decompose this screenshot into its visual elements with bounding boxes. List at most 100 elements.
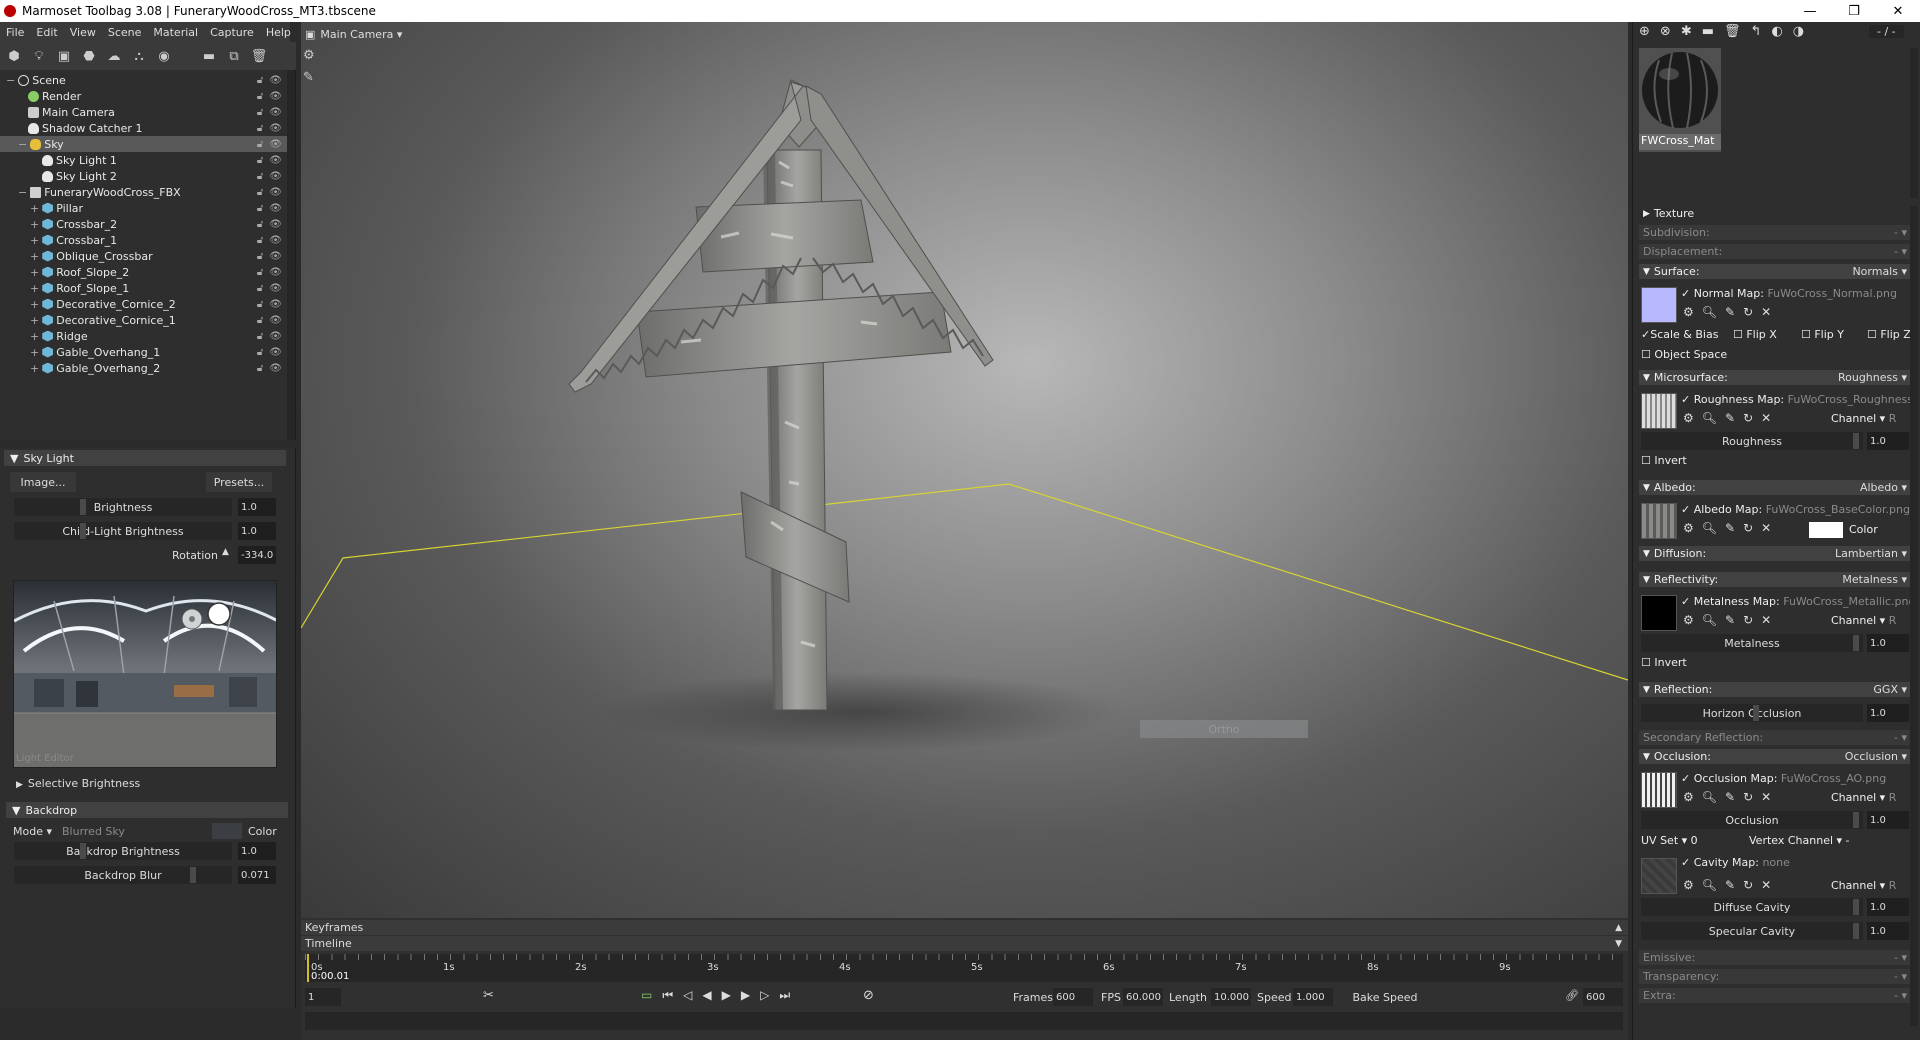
occlusion-header[interactable]: ▼ Occlusion: Occlusion ▾	[1639, 749, 1911, 764]
normal-map-thumbnail[interactable]	[1641, 287, 1677, 323]
eye-icon[interactable]: 👁︎	[269, 219, 282, 230]
flip-z-checkbox[interactable]: ☐ Flip Z	[1867, 328, 1911, 341]
material-thumbnail[interactable]: FWCross_Mat	[1639, 48, 1721, 152]
eye-icon[interactable]: 👁︎	[269, 203, 282, 214]
gear-icon[interactable]: ⚙	[1683, 521, 1694, 535]
tree-item-sky-light-2[interactable]: Sky Light 2 🔓︎ 👁︎	[0, 168, 288, 184]
metalness-map-thumbnail[interactable]	[1641, 595, 1677, 631]
occlusion-slider[interactable]: Occlusion	[1641, 811, 1863, 829]
specular-cavity-slider[interactable]: Specular Cavity	[1641, 922, 1863, 940]
eye-icon[interactable]: 👁︎	[269, 91, 282, 102]
eye-icon[interactable]: 👁︎	[269, 251, 282, 262]
object-space-checkbox[interactable]: ☐ Object Space	[1641, 348, 1727, 361]
slider-knob[interactable]	[1853, 899, 1859, 915]
gear-icon[interactable]: ⚙	[303, 48, 323, 70]
eye-icon[interactable]: 👁︎	[269, 331, 282, 342]
camera-selector[interactable]: ▣ Main Camera ▾	[301, 22, 431, 46]
eye-icon[interactable]: 👁︎	[269, 235, 282, 246]
close-icon[interactable]: ✕	[1761, 521, 1771, 535]
lock-icon[interactable]: 🔓︎	[257, 315, 263, 326]
diffusion-header[interactable]: ▼ Diffusion: Lambertian ▾	[1639, 546, 1911, 561]
tree-item-mesh[interactable]: + Roof_Slope_2 🔓︎ 👁︎	[0, 264, 288, 280]
bake-speed-button[interactable]: Bake Speed	[1345, 987, 1425, 1007]
slider-knob[interactable]	[80, 499, 86, 515]
slider-knob[interactable]	[80, 843, 86, 859]
properties-scrollbar[interactable]	[1910, 206, 1918, 1026]
roughness-value[interactable]: 1.0	[1867, 432, 1909, 450]
gear-icon[interactable]: ⚙	[1683, 878, 1694, 892]
metalness-map-row[interactable]: ✓ Metalness Map: FuWoCross_Metallic.png	[1681, 595, 1913, 608]
reflection-header[interactable]: ▼ Reflection: GGX ▾	[1639, 682, 1911, 697]
eye-icon[interactable]: 👁︎	[269, 107, 282, 118]
search-icon[interactable]: 🔍︎	[1702, 878, 1717, 892]
close-icon[interactable]: ✕	[1761, 411, 1771, 425]
scrub-bar[interactable]	[305, 1012, 1623, 1030]
close-icon[interactable]: ✕	[1761, 878, 1771, 892]
duplicate-material-icon[interactable]: ⊗	[1660, 24, 1671, 39]
emissive-header[interactable]: Emissive: - ▾	[1639, 950, 1911, 965]
menu-edit[interactable]: Edit	[30, 26, 63, 39]
tree-item-mesh[interactable]: + Crossbar_1 🔓︎ 👁︎	[0, 232, 288, 248]
lock-icon[interactable]: 🔓︎	[257, 155, 263, 166]
backdrop-brightness-slider[interactable]: Backdrop Brightness	[14, 842, 232, 860]
selective-brightness-toggle[interactable]: ▶ Selective Brightness	[16, 777, 140, 790]
eyedropper-icon[interactable]: ✎	[1725, 521, 1735, 535]
diffuse-cavity-value[interactable]: 1.0	[1867, 898, 1909, 916]
roughness-map-thumbnail[interactable]	[1641, 393, 1677, 429]
metalness-invert-checkbox[interactable]: ☐ Invert	[1641, 656, 1687, 669]
lock-icon[interactable]: 🔓︎	[257, 219, 263, 230]
slider-knob[interactable]	[1853, 923, 1859, 939]
tree-item-sky[interactable]: − Sky 🔓︎ 👁︎	[0, 136, 288, 152]
search-icon[interactable]: 🔍︎	[1702, 613, 1717, 627]
eye-icon[interactable]: 👁︎	[269, 75, 282, 86]
close-icon[interactable]: ✕	[1761, 305, 1771, 319]
brightness-value[interactable]: 1.0	[238, 498, 276, 516]
lock-icon[interactable]: 🔓︎	[257, 347, 263, 358]
lock-icon[interactable]: 🔓︎	[257, 171, 263, 182]
eyedropper-icon[interactable]: ✎	[1725, 878, 1735, 892]
slider-knob[interactable]	[1753, 705, 1759, 721]
diffuse-cavity-slider[interactable]: Diffuse Cavity	[1641, 898, 1863, 916]
menu-file[interactable]: File	[0, 26, 30, 39]
length-value[interactable]: 10.000	[1211, 988, 1251, 1006]
eye-icon[interactable]: 👁︎	[269, 283, 282, 294]
add-turntable-icon[interactable]: ⛬	[129, 46, 149, 66]
eye-icon[interactable]: 👁︎	[269, 363, 282, 374]
fps-value[interactable]: 60.000	[1123, 988, 1163, 1006]
reload-icon[interactable]: ↻	[1743, 790, 1753, 804]
search-icon[interactable]: 🔍︎	[1702, 305, 1717, 319]
gear-icon[interactable]: ⚙	[1683, 790, 1694, 804]
vertex-channel-dropdown[interactable]: Vertex Channel ▾ -	[1749, 834, 1850, 847]
albedo-header[interactable]: ▼ Albedo: Albedo ▾	[1639, 480, 1911, 495]
texture-section[interactable]: ▶ Texture	[1639, 206, 1911, 221]
backdrop-blur-slider[interactable]: Backdrop Blur	[14, 866, 232, 884]
normal-map-row[interactable]: ✓ Normal Map: FuWoCross_Normal.png	[1681, 287, 1897, 300]
flip-y-checkbox[interactable]: ☐ Flip Y	[1801, 328, 1844, 341]
close-icon[interactable]: ✕	[1761, 613, 1771, 627]
secondary-reflection-header[interactable]: Secondary Reflection: - ▾	[1639, 730, 1911, 745]
brightness-slider[interactable]: Brightness	[14, 498, 232, 516]
microsurface-header[interactable]: ▼ Microsurface: Roughness ▾	[1639, 370, 1911, 385]
search-icon[interactable]: 🔍︎	[1702, 521, 1717, 535]
assign-icon[interactable]: ↰	[1751, 24, 1762, 39]
lock-icon[interactable]: 🔓︎	[257, 267, 263, 278]
menu-view[interactable]: View	[64, 26, 102, 39]
lock-icon[interactable]: 🔓︎	[257, 75, 263, 86]
presets-button[interactable]: Presets...	[206, 472, 272, 492]
extra-header[interactable]: Extra: - ▾	[1639, 988, 1911, 1003]
folder-icon[interactable]: ▬	[1702, 24, 1714, 39]
keyframes-header[interactable]: Keyframes ▲	[301, 920, 1628, 935]
uv-set-dropdown[interactable]: UV Set ▾ 0	[1641, 834, 1698, 847]
trash-icon[interactable]: 🗑︎	[1724, 24, 1741, 39]
gear-icon[interactable]: ⚙	[1683, 305, 1694, 319]
collapse-icon[interactable]: ▼	[1615, 939, 1622, 949]
close-button[interactable]: ✕	[1876, 4, 1920, 19]
reload-icon[interactable]: ↻	[1743, 305, 1753, 319]
minimize-button[interactable]: —	[1788, 4, 1832, 19]
eye-icon[interactable]: 👁︎	[269, 171, 282, 182]
displacement-header[interactable]: Displacement: - ▾	[1639, 244, 1911, 259]
image-button[interactable]: Image...	[10, 472, 76, 492]
slider-knob[interactable]	[1853, 433, 1859, 449]
tree-item-mesh[interactable]: + Pillar 🔓︎ 👁︎	[0, 200, 288, 216]
eye-icon[interactable]: 👁︎	[269, 123, 282, 134]
